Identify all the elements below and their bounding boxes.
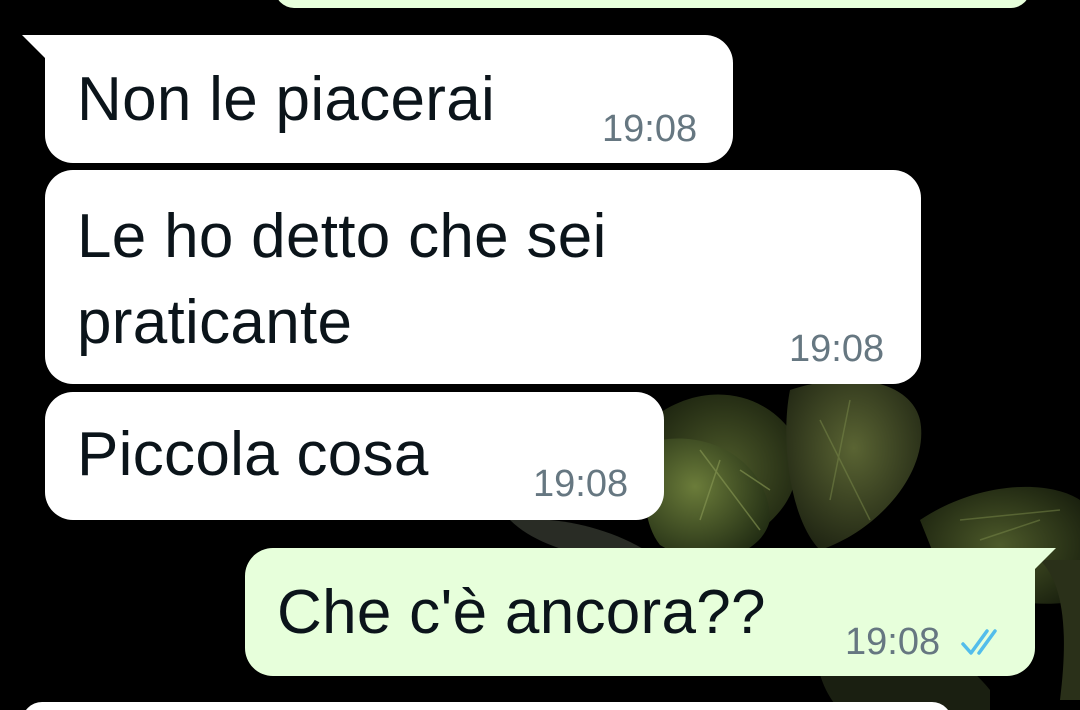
message-bubble-partial-top[interactable]	[275, 0, 1030, 8]
message-timestamp: 19:08	[845, 621, 941, 663]
message-bubble-outgoing[interactable]: Che c'è ancora?? 19:08	[245, 548, 1035, 676]
chat-view[interactable]: Non le piacerai 19:08 Le ho detto che se…	[0, 0, 1080, 710]
message-text: Che c'è ancora??	[277, 578, 766, 647]
message-bubble[interactable]: Piccola cosa 19:08	[45, 392, 664, 520]
message-bubble[interactable]: Le ho detto che sei praticante 19:08	[45, 170, 921, 384]
message-text: Piccola cosa	[77, 420, 429, 489]
message-bubble[interactable]: Non le piacerai 19:08	[45, 35, 733, 163]
message-timestamp: 19:08	[789, 328, 885, 370]
message-bubble-partial-bottom[interactable]	[22, 702, 952, 710]
message-text: Le ho detto che sei praticante	[77, 202, 607, 357]
message-text: Non le piacerai	[77, 65, 496, 134]
message-timestamp: 19:08	[533, 463, 629, 505]
message-timestamp: 19:08	[602, 108, 698, 150]
double-check-read-icon	[961, 629, 997, 655]
